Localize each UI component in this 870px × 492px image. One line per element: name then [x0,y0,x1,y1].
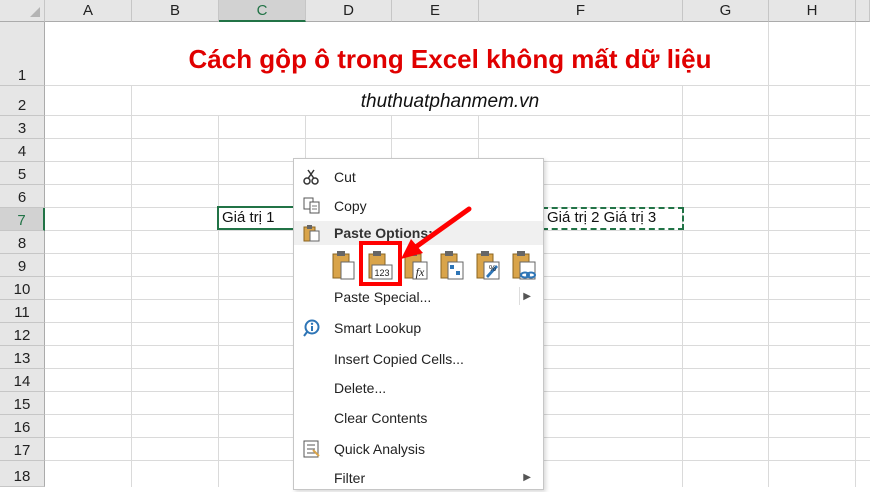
row-header-4[interactable]: 4 [0,139,45,162]
menu-item-delete[interactable]: Delete... [294,374,543,402]
paste-icon[interactable] [330,249,358,283]
active-cell-c7[interactable]: Giá trị 1 [217,206,305,230]
paste-formatting-icon[interactable]: % [474,249,502,283]
row-header-16[interactable]: 16 [0,415,45,438]
menu-item-filter[interactable]: Filter ▶ [294,464,543,492]
menu-item-label: Quick Analysis [334,441,426,457]
menu-item-label: Smart Lookup [334,320,422,336]
row-header-8[interactable]: 8 [0,231,45,254]
cell-f7[interactable]: Giá trị 2 Giá trị 3 [547,208,656,228]
svg-text:%: % [489,264,496,273]
paste-link-icon[interactable] [510,249,538,283]
menu-item-cut[interactable]: Cut [294,163,543,191]
menu-item-label: Clear Contents [334,410,428,426]
row-header-3[interactable]: 3 [0,116,45,139]
row-header-6[interactable]: 6 [0,185,45,208]
menu-item-insert-copied-cells[interactable]: Insert Copied Cells... [294,345,543,373]
menu-item-paste-special[interactable]: Paste Special... ▶ [294,283,543,311]
column-header-d[interactable]: D [306,0,392,22]
column-header-partial[interactable] [856,0,870,22]
row-header-17[interactable]: 17 [0,438,45,461]
row-header-15[interactable]: 15 [0,392,45,415]
row-header-1[interactable]: 1 [0,22,45,86]
row-header-11[interactable]: 11 [0,300,45,323]
menu-item-label: Filter [334,470,366,486]
scissors-icon [303,169,319,185]
svg-text:fx: fx [416,265,425,279]
column-header-a[interactable]: A [45,0,132,22]
menu-item-label: Paste Special... [334,289,432,305]
sheet-subtitle: thuthuatphanmem.vn [360,91,540,112]
submenu-arrow-icon: ▶ [523,291,531,302]
row-header-5[interactable]: 5 [0,162,45,185]
select-all-corner[interactable] [0,0,45,22]
menu-item-label: Insert Copied Cells... [334,351,464,367]
annotation-arrow-icon [401,206,472,259]
paste-icon [303,225,320,242]
menu-item-quick-analysis[interactable]: Quick Analysis [294,435,543,463]
menu-item-smart-lookup[interactable]: Smart Lookup [294,314,543,342]
row-header-18[interactable]: 18 [0,461,45,487]
submenu-arrow-icon: ▶ [523,472,531,483]
row-header-13[interactable]: 13 [0,346,45,369]
menu-item-label: Cut [334,169,356,185]
column-header-b[interactable]: B [132,0,219,22]
menu-item-label: Delete... [334,380,387,396]
smart-lookup-icon [303,319,320,337]
quick-analysis-icon [303,440,320,458]
column-header-h[interactable]: H [769,0,856,22]
sheet-title: Cách gộp ô trong Excel không mất dữ liệu [188,44,712,74]
row-header-14[interactable]: 14 [0,369,45,392]
menu-item-label: Copy [334,198,367,214]
row-header-2[interactable]: 2 [0,86,45,116]
row-header-12[interactable]: 12 [0,323,45,346]
row-header-10[interactable]: 10 [0,277,45,300]
row-header-7[interactable]: 7 [0,208,45,231]
column-header-g[interactable]: G [683,0,769,22]
column-header-c[interactable]: C [219,0,306,22]
row-header-9[interactable]: 9 [0,254,45,277]
column-header-e[interactable]: E [392,0,479,22]
column-header-f[interactable]: F [479,0,683,22]
copy-icon [303,197,320,214]
menu-item-clear-contents[interactable]: Clear Contents [294,404,543,432]
